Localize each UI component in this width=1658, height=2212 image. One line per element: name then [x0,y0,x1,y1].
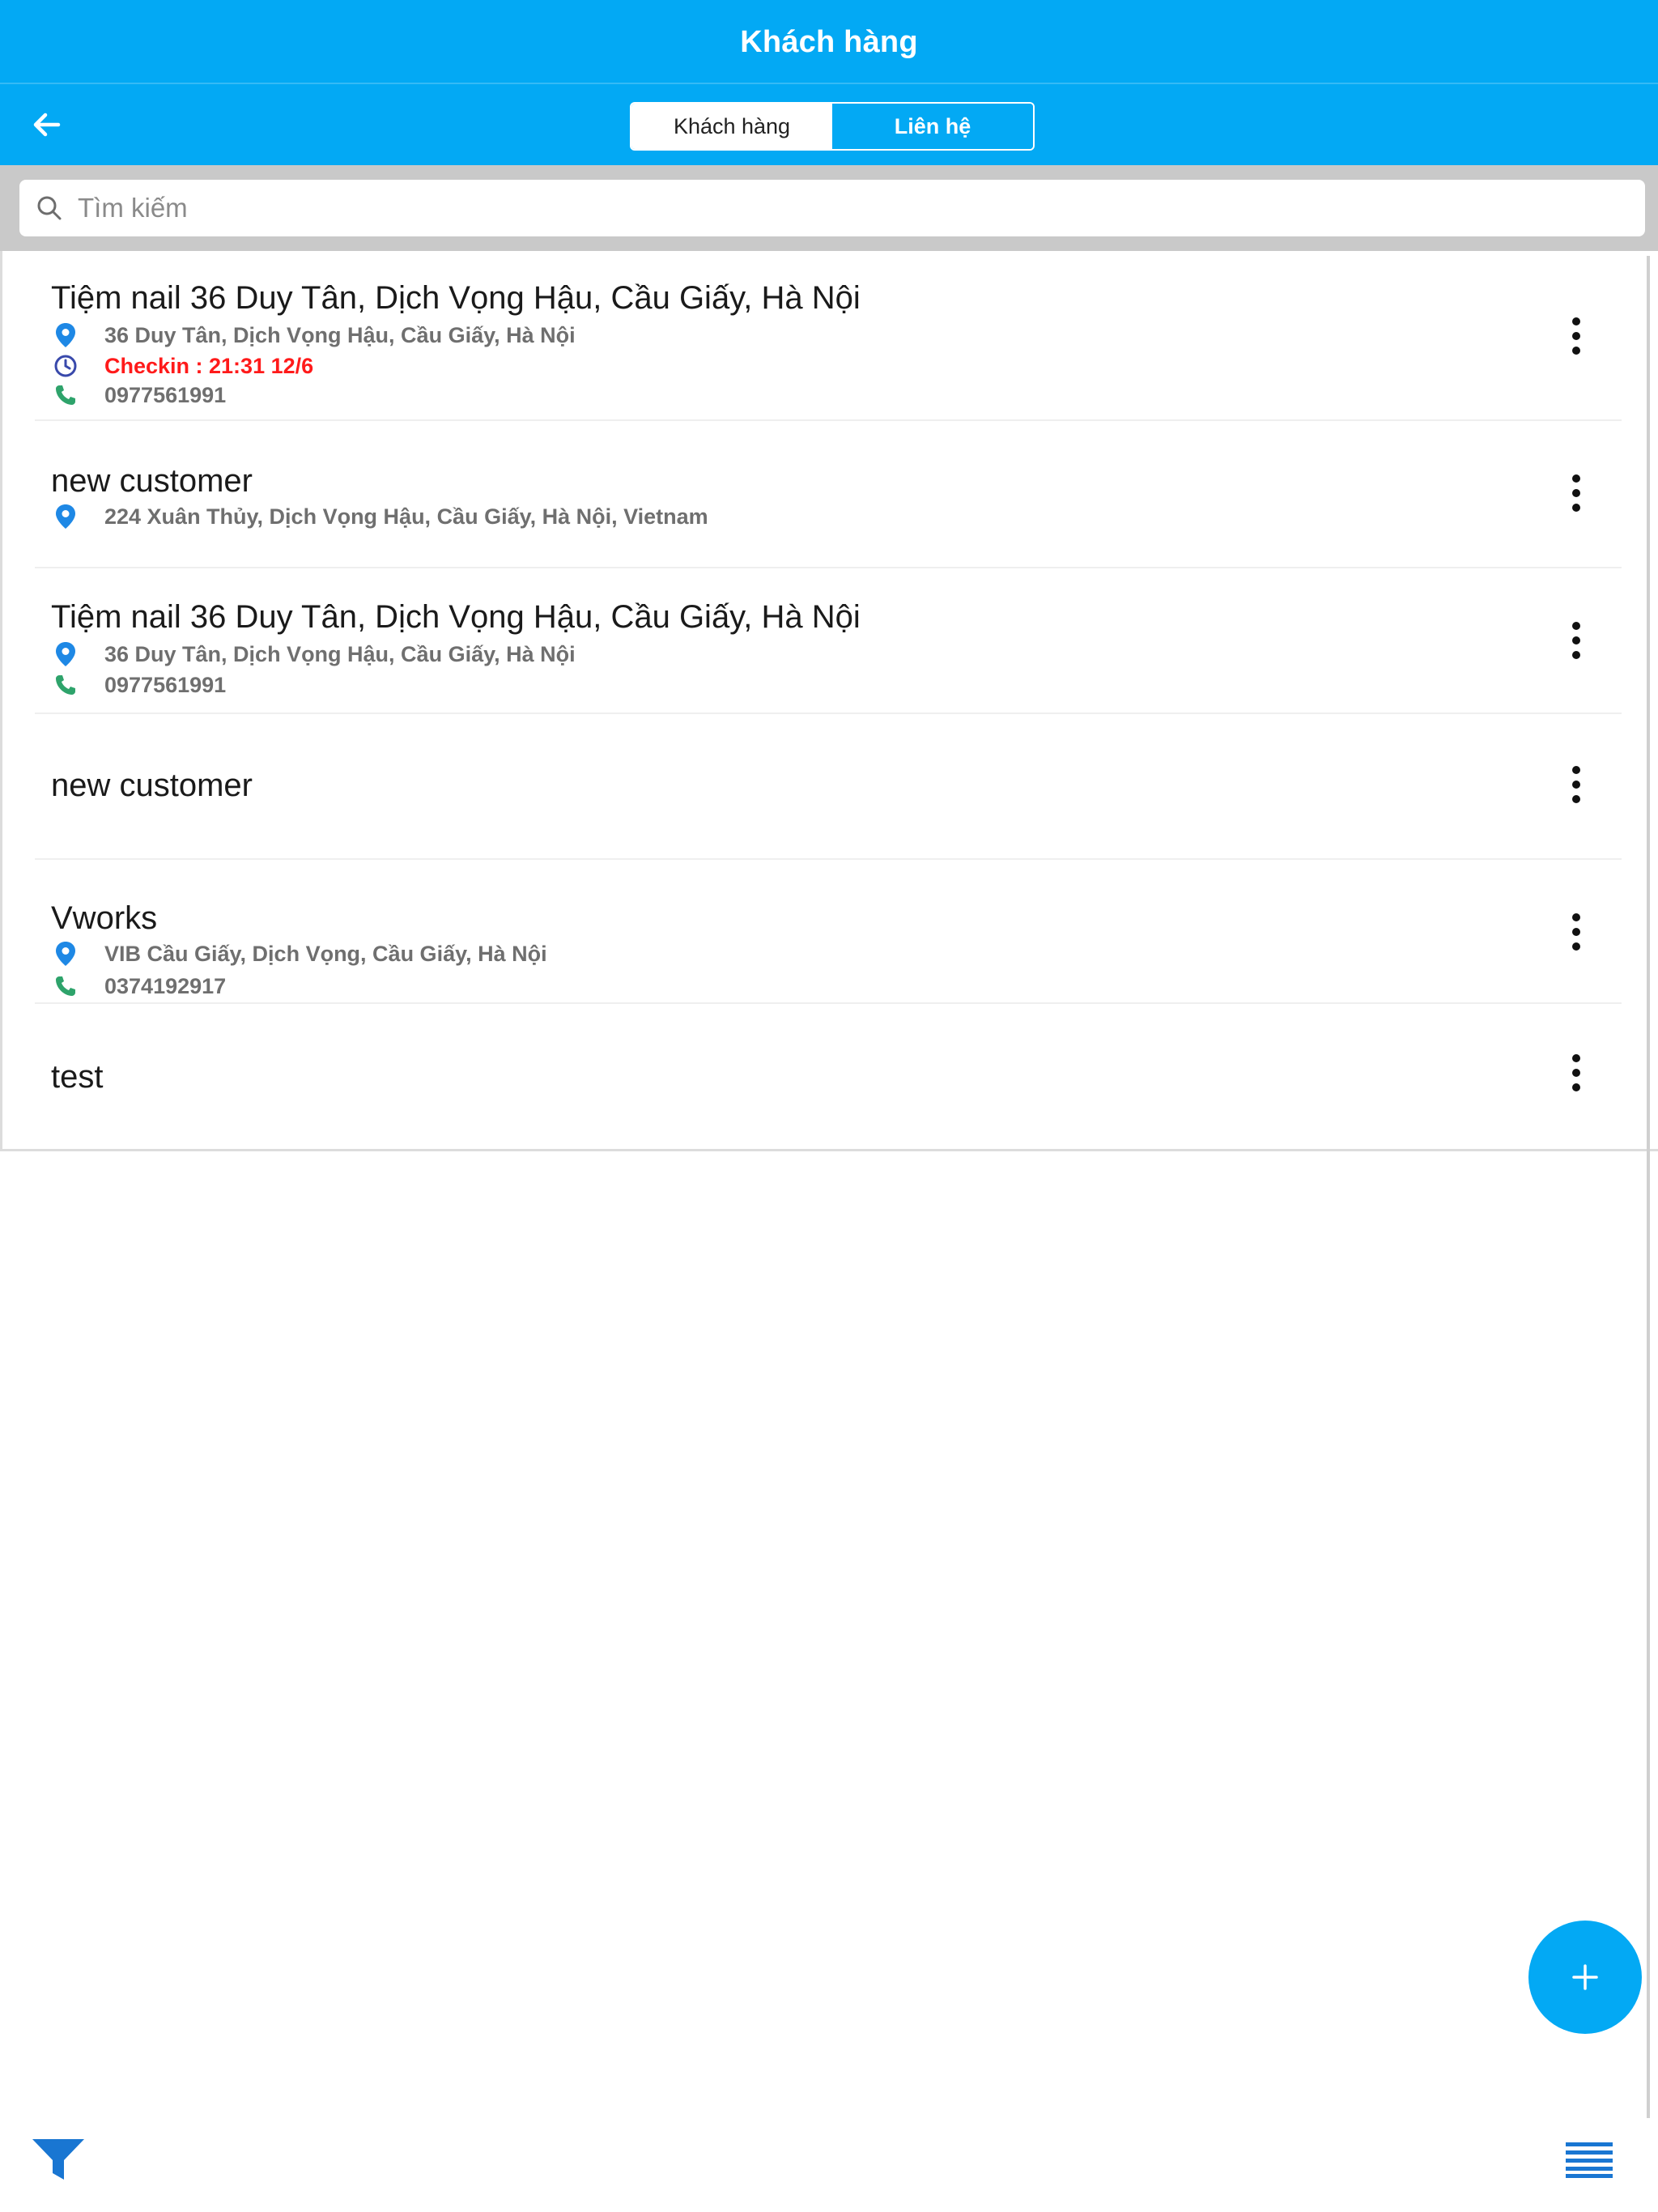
more-vertical-icon [1572,913,1580,921]
more-options-button[interactable] [1560,904,1592,960]
customer-address: VIB Cầu Giấy, Dịch Vọng, Cầu Giấy, Hà Nộ… [51,939,547,968]
more-options-button[interactable] [1560,465,1592,521]
filter-icon [32,2139,84,2180]
map-pin-icon [51,939,80,968]
customer-name: Tiệm nail 36 Duy Tân, Dịch Vọng Hậu, Cầu… [51,599,861,635]
toolbar: Khách hàng Liên hệ [0,84,1658,165]
customer-name: Tiệm nail 36 Duy Tân, Dịch Vọng Hậu, Cầu… [51,280,861,316]
phone-text: 0374192917 [104,973,227,998]
customer-name: test [51,1059,104,1095]
address-text: 224 Xuân Thủy, Dịch Vọng Hậu, Cầu Giấy, … [104,504,708,529]
list-item[interactable]: Vworks VIB Cầu Giấy, Dịch Vọng, Cầu Giấy… [2,860,1654,1004]
phone-icon [51,381,80,410]
more-options-button[interactable] [1560,756,1592,813]
tab-khach-hang[interactable]: Khách hàng [631,104,832,149]
list-item[interactable]: Tiệm nail 36 Duy Tân, Dịch Vọng Hậu, Cầu… [2,251,1654,421]
list-item[interactable]: new customer 224 Xuân Thủy, Dịch Vọng Hậ… [2,421,1654,568]
address-text: VIB Cầu Giấy, Dịch Vọng, Cầu Giấy, Hà Nộ… [104,941,547,966]
map-pin-icon [51,321,80,350]
map-pin-icon [51,502,80,531]
more-options-button[interactable] [1560,1044,1592,1101]
search-bar [0,165,1658,251]
search-icon [37,196,62,220]
plus-icon [1572,1964,1598,1990]
list-item[interactable]: Tiệm nail 36 Duy Tân, Dịch Vọng Hậu, Cầu… [2,568,1654,714]
customer-list: Tiệm nail 36 Duy Tân, Dịch Vọng Hậu, Cầu… [0,251,1658,1151]
filter-button[interactable] [31,2138,86,2181]
customer-address: 36 Duy Tân, Dịch Vọng Hậu, Cầu Giấy, Hà … [51,640,576,669]
more-vertical-icon [1572,622,1580,630]
list-item[interactable]: new customer [2,714,1654,860]
clock-icon [51,351,80,381]
customer-phone: 0977561991 [51,381,226,410]
list-view-button[interactable] [1566,2142,1613,2178]
phone-text: 0977561991 [104,382,227,407]
customer-address: 36 Duy Tân, Dịch Vọng Hậu, Cầu Giấy, Hà … [51,321,576,350]
map-pin-icon [51,640,80,669]
customer-phone: 0977561991 [51,670,226,700]
customer-phone: 0374192917 [51,972,226,1001]
more-options-button[interactable] [1560,612,1592,669]
add-customer-button[interactable] [1528,1921,1642,2034]
search-input[interactable] [78,193,1616,223]
more-vertical-icon [1572,317,1580,325]
more-vertical-icon [1572,474,1580,483]
customer-name: new customer [51,463,253,499]
address-text: 36 Duy Tân, Dịch Vọng Hậu, Cầu Giấy, Hà … [104,641,576,666]
back-button[interactable] [23,100,71,149]
segmented-control: Khách hàng Liên hệ [630,102,1035,151]
address-text: 36 Duy Tân, Dịch Vọng Hậu, Cầu Giấy, Hà … [104,322,576,347]
phone-icon [51,670,80,700]
more-options-button[interactable] [1560,308,1592,364]
scrollbar[interactable] [1647,256,1650,2118]
customer-name: new customer [51,768,253,803]
customer-name: Vworks [51,900,158,936]
phone-icon [51,972,80,1001]
page-title: Khách hàng [740,24,918,59]
customer-screen: Khách hàng Khách hàng Liên hệ Tiệm nail … [0,0,1658,2212]
list-item[interactable]: test [2,1004,1654,1150]
phone-text: 0977561991 [104,672,227,697]
more-vertical-icon [1572,1054,1580,1062]
checkin-text: Checkin : 21:31 12/6 [104,353,314,378]
arrow-left-icon [33,113,61,137]
customer-checkin: Checkin : 21:31 12/6 [51,351,313,381]
more-vertical-icon [1572,766,1580,774]
customer-address: 224 Xuân Thủy, Dịch Vọng Hậu, Cầu Giấy, … [51,502,708,531]
menu-lines-icon [1566,2142,1613,2178]
title-bar: Khách hàng [0,0,1658,84]
search-box [19,180,1645,236]
tab-lien-he[interactable]: Liên hệ [832,104,1033,149]
